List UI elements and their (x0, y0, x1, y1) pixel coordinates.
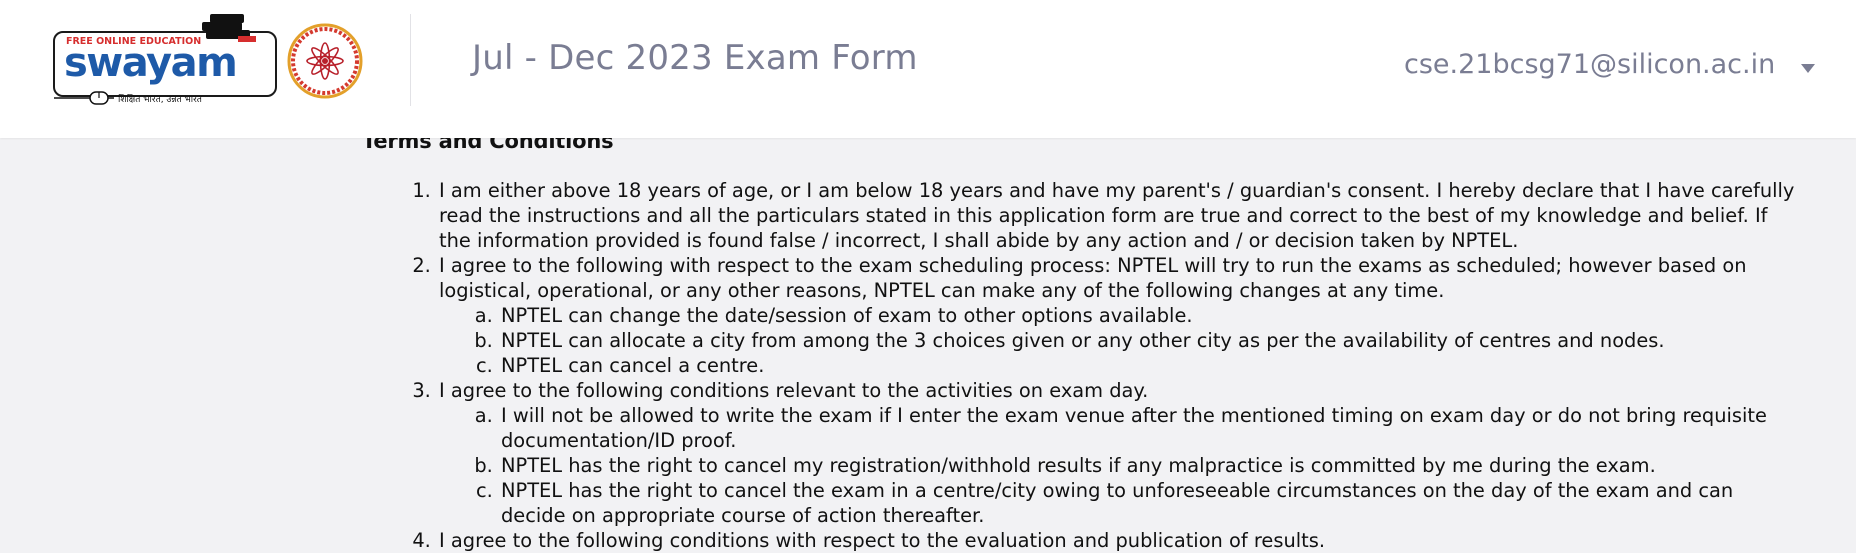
terms-item-text: I agree to the following conditions with… (439, 529, 1325, 552)
page-title: Jul - Dec 2023 Exam Form (472, 38, 918, 78)
terms-subitem: NPTEL can allocate a city from among the… (499, 328, 1802, 353)
terms-subitem: NPTEL can change the date/session of exa… (499, 303, 1802, 328)
terms-subitem: NPTEL can cancel a centre. (499, 353, 1802, 378)
header-divider (410, 14, 411, 106)
top-bar: FREE ONLINE EDUCATION swayam शिक्षित भार… (0, 0, 1856, 138)
books-icon (202, 14, 256, 42)
nptel-logo[interactable] (286, 22, 364, 100)
terms-item-3: I agree to the following conditions rele… (437, 378, 1802, 528)
terms-sublist: NPTEL can change the date/session of exa… (439, 303, 1802, 378)
terms-item-2: I agree to the following with respect to… (437, 253, 1802, 378)
user-menu[interactable]: cse.21bcsg71@silicon.ac.in (1404, 44, 1816, 84)
terms-item-text: I am either above 18 years of age, or I … (439, 179, 1795, 252)
swayam-logo[interactable]: FREE ONLINE EDUCATION swayam शिक्षित भार… (52, 14, 278, 106)
terms-item-text: I agree to the following conditions rele… (439, 379, 1149, 402)
logo-name: swayam (64, 40, 236, 86)
user-email: cse.21bcsg71@silicon.ac.in (1404, 48, 1776, 80)
terms-item-text: I agree to the following with respect to… (439, 254, 1747, 302)
terms-section: Terms and Conditions I am either above 1… (362, 128, 1802, 553)
terms-subitem: NPTEL has the right to cancel the exam i… (499, 478, 1802, 528)
terms-list: I am either above 18 years of age, or I … (362, 178, 1802, 553)
terms-item-4: I agree to the following conditions with… (437, 528, 1802, 553)
terms-sublist: I will not be allowed to write the exam … (439, 403, 1802, 528)
terms-subitem: NPTEL has the right to cancel my registr… (499, 453, 1802, 478)
logo-subtext: शिक्षित भारत, उन्नत भारत (118, 93, 203, 105)
terms-item-1: I am either above 18 years of age, or I … (437, 178, 1802, 253)
caret-down-icon[interactable] (1801, 63, 1816, 73)
terms-subitem: I will not be allowed to write the exam … (499, 403, 1802, 453)
